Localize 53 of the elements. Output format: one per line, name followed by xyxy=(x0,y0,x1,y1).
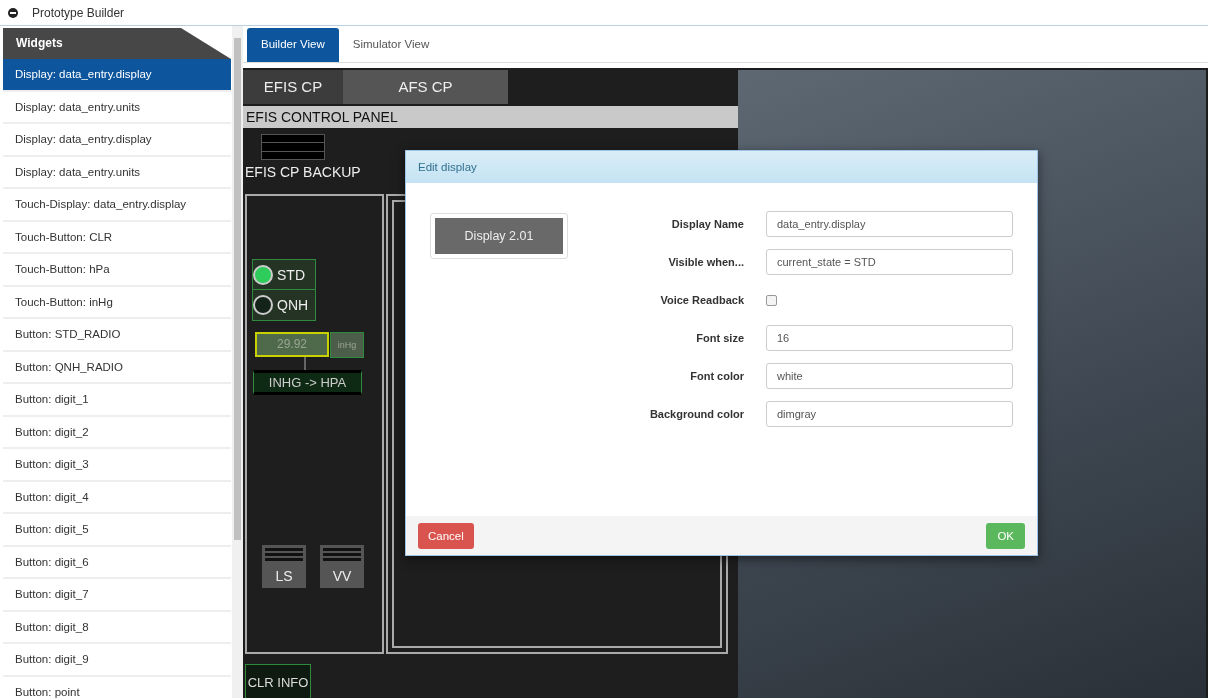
panel-tab[interactable]: AFS CP xyxy=(343,70,508,104)
field-label: Background color xyxy=(648,408,744,420)
input-field[interactable]: 16 xyxy=(766,325,1013,351)
field-label: Voice Readback xyxy=(659,294,744,306)
minus-circle-icon[interactable] xyxy=(8,7,18,18)
field-label: Visible when... xyxy=(667,256,744,268)
panel-title: EFIS CONTROL PANEL xyxy=(243,106,738,128)
sidebar-item[interactable]: Button: digit_8 xyxy=(3,611,231,644)
sidebar-item[interactable]: Display: data_entry.display xyxy=(3,124,231,157)
sidebar-item[interactable]: Button: STD_RADIO xyxy=(3,319,231,352)
input-field[interactable]: dimgray xyxy=(766,401,1013,427)
panel-button[interactable]: LS xyxy=(262,545,306,588)
sidebar-item[interactable]: Touch-Display: data_entry.display xyxy=(3,189,231,222)
cancel-button[interactable]: Cancel xyxy=(418,522,474,549)
radio-label: QNH xyxy=(277,297,309,313)
sidebar-item[interactable]: Touch-Button: CLR xyxy=(3,221,231,254)
radio-button[interactable]: STD xyxy=(253,260,315,290)
panel-tab[interactable]: EFIS CP xyxy=(243,70,344,104)
sidebar-item[interactable]: Touch-Button: inHg xyxy=(3,286,231,319)
scrollbar[interactable] xyxy=(232,26,243,698)
field-label: Display Name xyxy=(670,218,744,230)
input-field[interactable]: data_entry.display xyxy=(766,211,1013,237)
radio-label: STD xyxy=(277,267,305,283)
display-preview: Display 2.01 xyxy=(435,218,563,254)
sidebar-item[interactable]: Touch-Button: hPa xyxy=(3,254,231,287)
sidebar-header: Widgets xyxy=(3,28,231,59)
radio-button[interactable]: QNH xyxy=(253,290,315,320)
clr-info-button[interactable]: CLR INFO xyxy=(245,664,311,698)
tab[interactable]: Builder View xyxy=(247,28,339,62)
sidebar-item[interactable]: Button: digit_3 xyxy=(3,449,231,482)
input-field[interactable]: white xyxy=(766,363,1013,389)
sidebar-item[interactable]: Button: digit_5 xyxy=(3,514,231,547)
dialog-title: Edit display xyxy=(406,151,1037,183)
sidebar-item[interactable]: Button: QNH_RADIO xyxy=(3,351,231,384)
sidebar-item[interactable]: Button: digit_7 xyxy=(3,579,231,612)
sidebar-item[interactable]: Display: data_entry.display xyxy=(3,59,231,92)
sidebar-item[interactable]: Display: data_entry.units xyxy=(3,91,231,124)
display-icon xyxy=(261,134,325,160)
field-label: Font color xyxy=(689,370,744,382)
sidebar-item[interactable]: Button: digit_4 xyxy=(3,481,231,514)
tab[interactable]: Simulator View xyxy=(338,28,444,62)
convert-button[interactable]: INHG -> HPA xyxy=(253,370,362,395)
sidebar-item[interactable]: Display: data_entry.units xyxy=(3,156,231,189)
panel-button[interactable]: VV xyxy=(320,545,364,588)
checkbox[interactable] xyxy=(766,294,777,306)
sidebar-item[interactable]: Button: digit_6 xyxy=(3,546,231,579)
sidebar-item[interactable]: Button: digit_2 xyxy=(3,416,231,449)
field-label: Font size xyxy=(695,332,744,344)
sidebar-item[interactable]: Button: digit_1 xyxy=(3,384,231,417)
input-field[interactable]: current_state = STD xyxy=(766,249,1013,275)
window-title: Prototype Builder xyxy=(32,5,125,20)
sidebar-item[interactable]: Button: digit_9 xyxy=(3,644,231,677)
panel-label: EFIS CP BACKUP xyxy=(245,164,361,180)
